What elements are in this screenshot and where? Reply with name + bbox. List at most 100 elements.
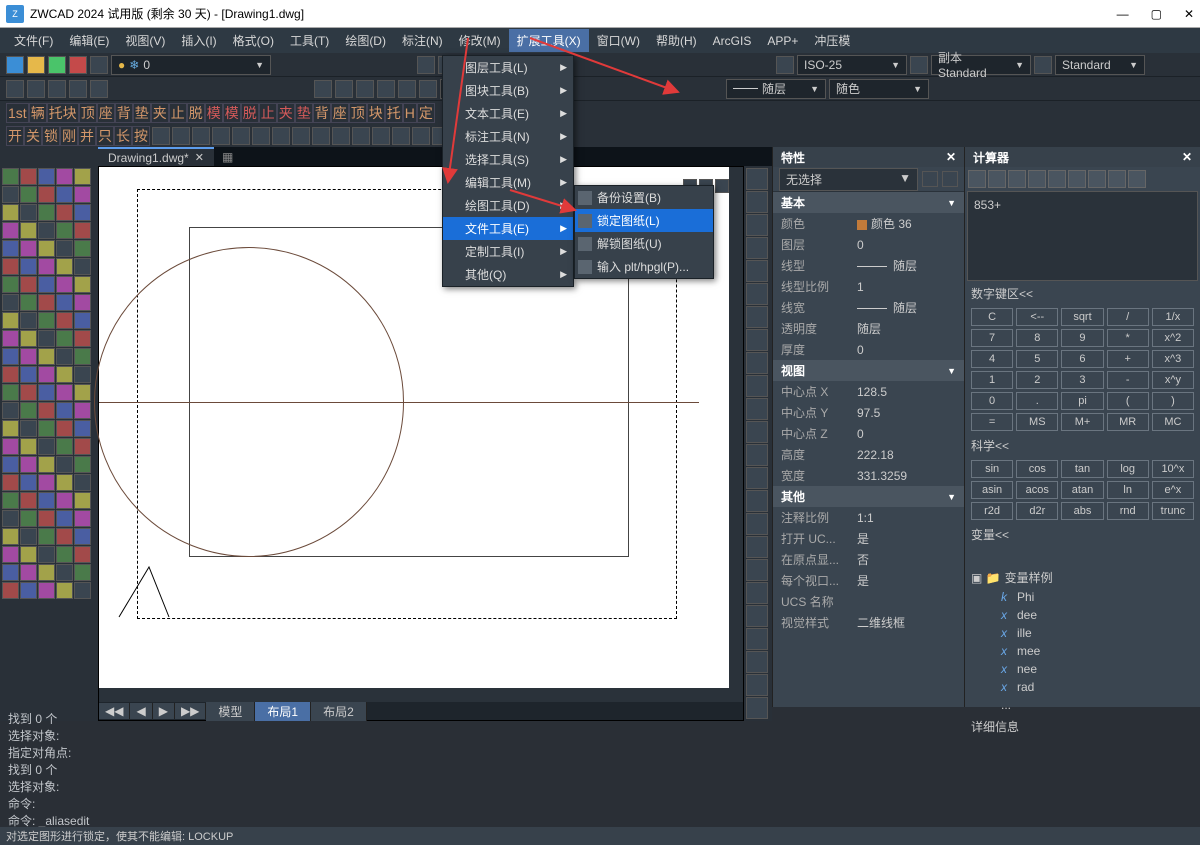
section-details[interactable]: 详细信息	[965, 714, 1200, 739]
char-并[interactable]: 并	[78, 126, 96, 146]
tool-icon[interactable]	[6, 56, 24, 74]
rtool-icon[interactable]	[746, 329, 768, 351]
section-numpad[interactable]: 数字键区<<	[965, 281, 1200, 306]
char-模[interactable]: 模	[223, 103, 241, 123]
tool-icon[interactable]	[392, 127, 410, 145]
toolbox-icon[interactable]	[20, 294, 37, 311]
toolbox-icon[interactable]	[56, 294, 73, 311]
menuitem-图块工具(B)[interactable]: 图块工具(B)▶	[443, 79, 573, 102]
tool-icon[interactable]	[335, 80, 353, 98]
toolbox-icon[interactable]	[56, 204, 73, 221]
toolbox-icon[interactable]	[20, 186, 37, 203]
toolbox-icon[interactable]	[20, 546, 37, 563]
tool-icon[interactable]	[27, 56, 45, 74]
key-r2d[interactable]: r2d	[971, 502, 1013, 520]
key-2[interactable]: 2	[1016, 371, 1058, 389]
menu-视图(V)[interactable]: 视图(V)	[117, 29, 173, 52]
calc-tool-icon[interactable]	[1008, 170, 1026, 188]
tool-icon[interactable]	[192, 127, 210, 145]
key-pi[interactable]: pi	[1061, 392, 1103, 410]
menu-文件(F)[interactable]: 文件(F)	[6, 29, 61, 52]
toolbox-icon[interactable]	[20, 348, 37, 365]
toolbox-icon[interactable]	[20, 438, 37, 455]
key-e^x[interactable]: e^x	[1152, 481, 1194, 499]
char-顶[interactable]: 顶	[79, 103, 97, 123]
tool-icon[interactable]	[252, 127, 270, 145]
var-tool-icon[interactable]	[1028, 549, 1044, 565]
toolbox-icon[interactable]	[74, 438, 91, 455]
prop-row[interactable]: 在原点显...否	[773, 549, 964, 570]
menu-APP+[interactable]: APP+	[759, 31, 806, 51]
key-.[interactable]: .	[1016, 392, 1058, 410]
layout-tab-布局1[interactable]: 布局1	[255, 702, 311, 721]
tool-icon[interactable]	[332, 127, 350, 145]
menu-冲压模[interactable]: 冲压模	[806, 29, 858, 52]
prop-row[interactable]: 透明度随层	[773, 318, 964, 339]
calc-tool-icon[interactable]	[1028, 170, 1046, 188]
key-log[interactable]: log	[1107, 460, 1149, 478]
calc-tool-icon[interactable]	[968, 170, 986, 188]
char-H[interactable]: H	[403, 103, 417, 123]
layout-tab-布局2[interactable]: 布局2	[311, 702, 367, 721]
var-nee[interactable]: xnee	[965, 660, 1200, 678]
tool-icon[interactable]	[417, 56, 435, 74]
toolbox-icon[interactable]	[2, 186, 19, 203]
toolbox-icon[interactable]	[74, 186, 91, 203]
toolbox-icon[interactable]	[2, 240, 19, 257]
scrollbar-vertical[interactable]	[729, 167, 743, 688]
prop-row[interactable]: 打开 UC...是	[773, 528, 964, 549]
toolbox-icon[interactable]	[38, 456, 55, 473]
key-1/x[interactable]: 1/x	[1152, 308, 1194, 326]
char-顶[interactable]: 顶	[349, 103, 367, 123]
toolbox-icon[interactable]	[2, 510, 19, 527]
toolbox-icon[interactable]	[74, 294, 91, 311]
char-辆[interactable]: 辆	[29, 103, 47, 123]
menu-工具(T)[interactable]: 工具(T)	[282, 29, 337, 52]
toolbox-icon[interactable]	[38, 186, 55, 203]
menu-格式(O)[interactable]: 格式(O)	[225, 29, 282, 52]
rtool-icon[interactable]	[746, 582, 768, 604]
menuitem-输入 plt/hpgl(P)...[interactable]: 输入 plt/hpgl(P)...	[575, 255, 713, 278]
prop-row[interactable]: 线宽随层	[773, 297, 964, 318]
key-x^3[interactable]: x^3	[1152, 350, 1194, 368]
toolbox-icon[interactable]	[2, 456, 19, 473]
toolbox-icon[interactable]	[56, 186, 73, 203]
toolbox-icon[interactable]	[2, 582, 19, 599]
toolbox-icon[interactable]	[38, 420, 55, 437]
char-锁[interactable]: 锁	[42, 126, 60, 146]
prop-row[interactable]: 中心点 Y97.5	[773, 402, 964, 423]
key-ln[interactable]: ln	[1107, 481, 1149, 499]
var-tool-icon[interactable]	[990, 549, 1006, 565]
toolbox-icon[interactable]	[38, 258, 55, 275]
prop-row[interactable]: 视觉样式二维线框	[773, 612, 964, 633]
toolbox-icon[interactable]	[74, 492, 91, 509]
var-Phi[interactable]: kPhi	[965, 588, 1200, 606]
toolbox-icon[interactable]	[20, 564, 37, 581]
char-脱[interactable]: 脱	[187, 103, 205, 123]
rtool-icon[interactable]	[746, 513, 768, 535]
prop-row[interactable]: 线型随层	[773, 255, 964, 276]
var-rad[interactable]: xrad	[965, 678, 1200, 696]
prop-row[interactable]: 图层0	[773, 234, 964, 255]
rtool-icon[interactable]	[746, 444, 768, 466]
key-([interactable]: (	[1107, 392, 1149, 410]
menuitem-其他(Q)[interactable]: 其他(Q)▶	[443, 263, 573, 286]
toolbox-icon[interactable]	[56, 348, 73, 365]
toolbox-icon[interactable]	[20, 492, 37, 509]
toolbox-icon[interactable]	[20, 582, 37, 599]
toolbox-icon[interactable]	[38, 168, 55, 185]
toolbox-icon[interactable]	[56, 402, 73, 419]
toolbox-icon[interactable]	[74, 276, 91, 293]
char-按[interactable]: 按	[132, 126, 150, 146]
key-tan[interactable]: tan	[1061, 460, 1103, 478]
menu-绘图(D)[interactable]: 绘图(D)	[337, 29, 394, 52]
toolbox-icon[interactable]	[20, 204, 37, 221]
toolbox-icon[interactable]	[74, 204, 91, 221]
key-d2r[interactable]: d2r	[1016, 502, 1058, 520]
toolbox-icon[interactable]	[74, 582, 91, 599]
toolbox-icon[interactable]	[20, 222, 37, 239]
toolbox-icon[interactable]	[20, 168, 37, 185]
toolbox-icon[interactable]	[56, 384, 73, 401]
key-abs[interactable]: abs	[1061, 502, 1103, 520]
toolbox-icon[interactable]	[20, 258, 37, 275]
